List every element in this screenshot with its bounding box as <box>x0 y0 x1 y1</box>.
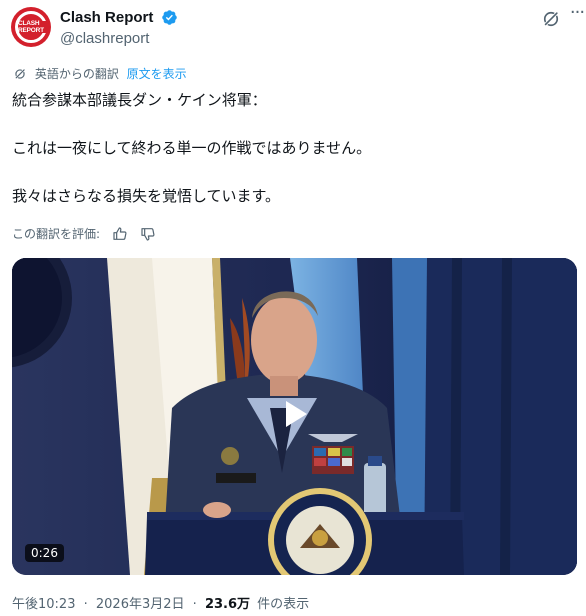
more-options-icon[interactable]: ··· <box>567 4 586 27</box>
rate-translation-label: この翻訳を評価: <box>12 227 101 241</box>
tweet-line: 我々はさらなる損失を覚悟しています。 <box>12 187 281 205</box>
tweet-date[interactable]: 2026年3月2日 <box>96 593 185 612</box>
meta-separator: · <box>192 597 197 612</box>
video-duration-badge: 0:26 <box>25 544 64 562</box>
translate-grok-icon <box>14 68 26 79</box>
avatar-text: CLASH REPORT <box>18 20 44 34</box>
tweet-time[interactable]: 午後10:23 <box>12 593 75 612</box>
grok-icon[interactable] <box>541 9 561 29</box>
thumbs-down-icon[interactable] <box>140 226 156 242</box>
show-original-link[interactable]: 原文を表示 <box>127 65 187 82</box>
meta-separator: · <box>83 597 88 612</box>
tweet-line: これは一夜にして終わる単一の作戦ではありません。 <box>12 139 372 157</box>
thumbs-up-icon[interactable] <box>112 226 128 242</box>
rate-translation-row: この翻訳を評価: <box>12 225 156 243</box>
views-count[interactable]: 23.6万 <box>205 593 250 612</box>
author-names: Clash Report @clashreport <box>60 7 178 47</box>
avatar[interactable]: CLASH REPORT <box>11 7 51 47</box>
handle[interactable]: @clashreport <box>60 30 178 47</box>
display-name[interactable]: Clash Report <box>60 9 153 26</box>
verified-badge-icon <box>162 10 178 25</box>
tweet-text: 統合参謀本部議長ダン・ケイン将軍： これは一夜にして終わる単一の作戦ではありませ… <box>12 88 572 208</box>
play-button-icon[interactable] <box>275 395 313 433</box>
translation-row: 英語からの翻訳 原文を表示 <box>13 65 187 81</box>
tweet-line: 統合参謀本部議長ダン・ケイン将軍： <box>12 91 267 109</box>
tweet-header: CLASH REPORT Clash Report @clashreport ·… <box>11 4 585 47</box>
video-player[interactable]: 0:26 <box>12 258 577 575</box>
translation-source-label: 英語からの翻訳 <box>34 67 119 81</box>
views-label: 件の表示 <box>257 597 310 612</box>
tweet-meta: 午後10:23 · 2026年3月2日 · 23.6万 件の表示 <box>12 593 309 612</box>
